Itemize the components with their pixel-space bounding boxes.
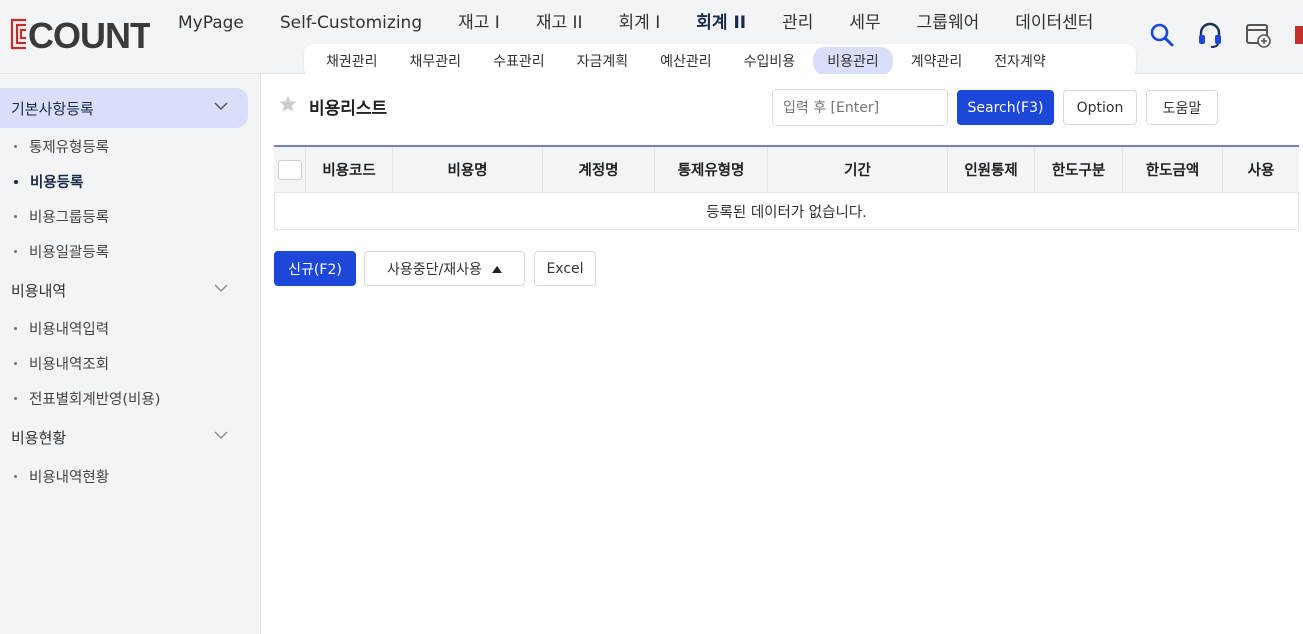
sidebar-item-label: 비용등록 [30,175,84,191]
sidebar-group-label: 비용내역 [11,281,67,300]
new-button[interactable]: 신규(F2) [274,251,356,286]
bullet-icon [14,215,17,218]
column-header[interactable]: 한도금액 [1123,147,1223,192]
sidebar-item-expense-inquiry[interactable]: 비용내역조회 [14,353,109,374]
subnav-checks[interactable]: 수표관리 [479,47,559,75]
search-input[interactable] [772,89,948,126]
nav-self-customizing[interactable]: Self-Customizing [262,10,440,36]
overflow-icon[interactable] [1293,20,1303,50]
column-header[interactable]: 통제유형명 [655,147,768,192]
subnav-e-contract[interactable]: 전자계약 [980,47,1060,75]
sub-nav: 채권관리 채무관리 수표관리 자금계획 예산관리 수입비용 비용관리 계약관리 … [304,44,1136,78]
sidebar-item-control-type[interactable]: 통제유형등록 [14,136,109,157]
bullet-icon [14,145,17,148]
nav-inventory-2[interactable]: 재고 II [518,10,601,36]
column-header[interactable]: 비용코드 [306,147,393,192]
page-title: 비용리스트 [309,99,388,119]
bullet-icon [14,179,18,184]
subnav-receivables[interactable]: 채권관리 [312,47,392,75]
sidebar: 기본사항등록 통제유형등록 비용등록 비용그룹등록 비용일괄등록 비용내역 비용… [0,74,261,634]
column-header[interactable]: 한도구분 [1035,147,1123,192]
main-nav: MyPage Self-Customizing 재고 I 재고 II 회계 I … [160,10,1111,36]
bullet-icon [14,397,17,400]
bullet-icon [14,362,17,365]
chevron-down-icon [214,431,228,439]
nav-inventory-1[interactable]: 재고 I [440,10,518,36]
main-content: 비용리스트 Search(F3) Option 도움말 비용코드 비용명 계정명… [261,74,1303,634]
ecount-logo[interactable]: COUNT [8,16,150,52]
chevron-down-icon [214,102,228,111]
sidebar-item-label: 비용내역입력 [29,322,110,338]
subnav-expense-management[interactable]: 비용관리 [813,47,893,75]
sidebar-group-label: 비용현황 [11,428,67,447]
sidebar-group-label: 기본사항등록 [11,99,94,118]
sidebar-item-label: 비용그룹등록 [29,210,110,226]
column-header[interactable]: 기간 [768,147,948,192]
nav-groupware[interactable]: 그룹웨어 [899,10,998,36]
sidebar-item-expense-status[interactable]: 비용내역현황 [14,466,109,487]
column-header[interactable]: 계정명 [543,147,655,192]
caret-up-icon [491,265,502,273]
header-icons [1149,20,1303,50]
toggle-use-button[interactable]: 사용중단/재사용 [364,251,525,286]
sidebar-item-voucher-accounting[interactable]: 전표별회계반영(비용) [14,388,160,409]
chevron-down-icon [214,284,228,292]
empty-message: 등록된 데이터가 없습니다. [274,193,1299,230]
bullet-icon [14,475,17,478]
svg-text:COUNT: COUNT [28,16,150,52]
select-all-checkbox[interactable] [277,159,302,180]
sidebar-item-expense-entry[interactable]: 비용내역입력 [14,318,109,339]
sidebar-item-label: 비용내역현황 [29,470,110,486]
sidebar-item-label: 전표별회계반영(비용) [29,392,161,408]
sidebar-item-expense-registration[interactable]: 비용등록 [14,171,83,192]
expense-table: 비용코드 비용명 계정명 통제유형명 기간 인원통제 한도구분 한도금액 사용 … [274,145,1299,230]
toggle-use-label: 사용중단/재사용 [387,261,482,278]
subnav-contract[interactable]: 계약관리 [897,47,977,75]
column-header[interactable]: 비용명 [393,147,543,192]
table-header: 비용코드 비용명 계정명 통제유형명 기간 인원통제 한도구분 한도금액 사용 [274,147,1299,193]
sidebar-item-label: 비용내역조회 [29,357,110,373]
sidebar-group-expense-details[interactable]: 비용내역 [0,270,248,310]
favorite-star-icon[interactable] [279,95,297,112]
sidebar-item-label: 비용일괄등록 [29,245,110,261]
subnav-income-expense[interactable]: 수입비용 [730,47,810,75]
help-button[interactable]: 도움말 [1146,90,1218,125]
bullet-icon [14,250,17,253]
search-button[interactable]: Search(F3) [957,90,1054,125]
search-icon[interactable] [1149,20,1175,50]
nav-tax[interactable]: 세무 [831,10,898,36]
sidebar-item-expense-group[interactable]: 비용그룹등록 [14,206,109,227]
nav-mypage[interactable]: MyPage [160,10,262,36]
excel-button[interactable]: Excel [534,251,596,286]
add-window-icon[interactable] [1245,20,1271,50]
sidebar-group-expense-status[interactable]: 비용현황 [0,417,248,457]
headset-icon[interactable] [1197,20,1223,50]
subnav-fund-plan[interactable]: 자금계획 [563,47,643,75]
nav-accounting-2[interactable]: 회계 II [678,10,764,36]
nav-data-center[interactable]: 데이터센터 [997,10,1111,36]
subnav-budget[interactable]: 예산관리 [646,47,726,75]
subnav-payables[interactable]: 채무관리 [396,47,476,75]
select-all-cell [274,147,306,192]
column-header[interactable]: 인원통제 [948,147,1035,192]
nav-accounting-1[interactable]: 회계 I [601,10,679,36]
column-header[interactable]: 사용 [1223,147,1299,192]
sidebar-group-basic-registration[interactable]: 기본사항등록 [0,88,248,128]
sidebar-item-label: 통제유형등록 [29,140,110,156]
option-button[interactable]: Option [1063,90,1137,125]
bullet-icon [14,327,17,330]
nav-management[interactable]: 관리 [764,10,831,36]
top-header: COUNT MyPage Self-Customizing 재고 I 재고 II… [0,0,1303,78]
sidebar-item-expense-bulk[interactable]: 비용일괄등록 [14,241,109,262]
